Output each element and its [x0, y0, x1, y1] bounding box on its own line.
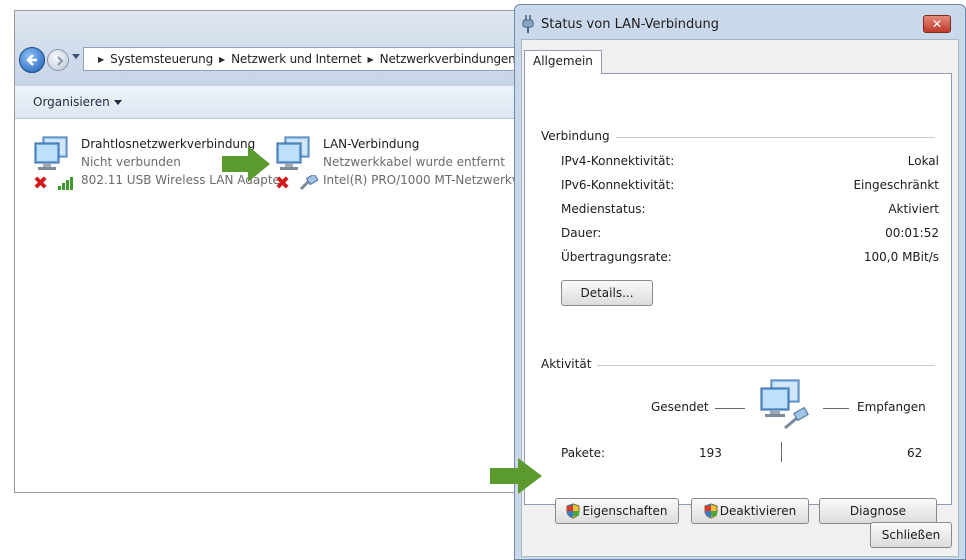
forward-button[interactable] — [47, 49, 69, 71]
properties-button-label: Eigenschaften — [582, 504, 668, 518]
duration-label: Dauer: — [561, 226, 602, 240]
diagnose-button[interactable]: Diagnose — [819, 498, 937, 524]
breadcrumb-netzwerkverbindungen[interactable]: Netzwerkverbindungen — [380, 52, 516, 66]
breadcrumb-systemsteuerung[interactable]: Systemsteuerung — [110, 52, 213, 66]
duration-value: 00:01:52 — [885, 226, 939, 240]
dialog-body: Allgemein Verbindung IPv4-Konnektivität:… — [521, 39, 959, 557]
connection-status: Netzwerkkabel wurde entfernt — [323, 155, 505, 169]
disconnected-x-icon: ✖ — [275, 173, 291, 194]
command-bar: Organisieren — [15, 85, 531, 119]
connection-item-lan[interactable]: ✖ LAN-Verbindung Netzwerkkabel wurde ent… — [275, 135, 538, 205]
properties-button[interactable]: Eigenschaften — [555, 498, 679, 524]
green-arrow-icon — [222, 146, 270, 182]
network-cable-icon — [299, 175, 319, 191]
connection-group-label: Verbindung — [541, 129, 616, 143]
dialog-title: Status von LAN-Verbindung — [541, 17, 719, 32]
packets-label: Pakete: — [561, 446, 606, 460]
ipv4-value: Lokal — [907, 154, 939, 168]
organize-label: Organisieren — [33, 95, 110, 109]
close-button-label: Schließen — [881, 528, 941, 542]
disable-button-label: Deaktivieren — [719, 504, 797, 518]
packets-received-value: 62 — [907, 446, 923, 460]
media-status-value: Aktiviert — [888, 202, 939, 216]
uac-shield-icon — [566, 503, 580, 519]
ipv4-label: IPv4-Konnektivität: — [561, 154, 675, 168]
ipv6-value: Eingeschränkt — [853, 178, 939, 192]
network-plug-icon — [522, 15, 534, 33]
close-button[interactable]: Schließen — [870, 522, 952, 548]
breadcrumb-netzwerk-und-internet[interactable]: Netzwerk und Internet — [231, 52, 362, 66]
received-label: Empfangen — [857, 400, 926, 414]
sent-label: Gesendet — [651, 400, 709, 414]
disconnected-x-icon: ✖ — [33, 173, 49, 194]
signal-strength-icon — [58, 177, 73, 190]
tab-panel-allgemein: Verbindung IPv4-Konnektivität: Lokal IPv… — [524, 73, 952, 524]
connection-text: LAN-Verbindung Netzwerkkabel wurde entfe… — [323, 135, 538, 189]
uac-shield-icon — [704, 503, 718, 519]
group-divider — [541, 365, 935, 366]
activity-divider — [781, 442, 782, 462]
details-button[interactable]: Details... — [561, 280, 653, 306]
received-line — [823, 408, 849, 409]
connection-name: LAN-Verbindung — [323, 137, 420, 151]
breadcrumb-separator-icon[interactable]: ▶ — [219, 55, 225, 64]
transfer-rate-label: Übertragungsrate: — [561, 250, 672, 264]
ipv6-label: IPv6-Konnektivität: — [561, 178, 675, 192]
tab-allgemein[interactable]: Allgemein — [524, 50, 602, 74]
arrow-left-icon — [26, 54, 37, 66]
diagnose-button-label: Diagnose — [849, 504, 907, 518]
breadcrumb-separator-icon[interactable]: ▶ — [368, 55, 374, 64]
sent-line — [715, 408, 745, 409]
connection-item-wireless[interactable]: ✖ Drahtlosnetzwerkverbindung Nicht verbu… — [33, 135, 280, 205]
explorer-navigation-bar: ▶ Systemsteuerung ▶ Netzwerk und Interne… — [15, 11, 531, 85]
organize-menu[interactable]: Organisieren — [33, 95, 122, 109]
packets-sent-value: 193 — [699, 446, 722, 460]
status-dialog: Status von LAN-Verbindung ✕ Allgemein Ve… — [514, 4, 966, 560]
recent-pages-dropdown[interactable] — [72, 54, 80, 59]
address-bar[interactable]: ▶ Systemsteuerung ▶ Netzwerk und Interne… — [83, 47, 529, 71]
details-button-label: Details... — [580, 286, 634, 300]
explorer-window: ▶ Systemsteuerung ▶ Netzwerk und Interne… — [14, 10, 538, 493]
transfer-rate-value: 100,0 MBit/s — [863, 250, 939, 264]
activity-group-label: Aktivität — [541, 357, 598, 371]
chevron-down-icon — [113, 100, 122, 105]
network-activity-icon — [760, 379, 809, 430]
screen: ▶ Systemsteuerung ▶ Netzwerk und Interne… — [0, 0, 966, 560]
arrow-right-icon — [57, 56, 64, 66]
disable-button[interactable]: Deaktivieren — [691, 498, 809, 524]
green-arrow-icon — [490, 458, 542, 494]
close-icon[interactable]: ✕ — [923, 15, 951, 33]
media-status-label: Medienstatus: — [561, 202, 646, 216]
connection-device: Intel(R) PRO/1000 MT-Netzwerkve... — [323, 173, 538, 187]
breadcrumb-separator-icon: ▶ — [98, 54, 105, 64]
back-button[interactable] — [19, 47, 45, 73]
